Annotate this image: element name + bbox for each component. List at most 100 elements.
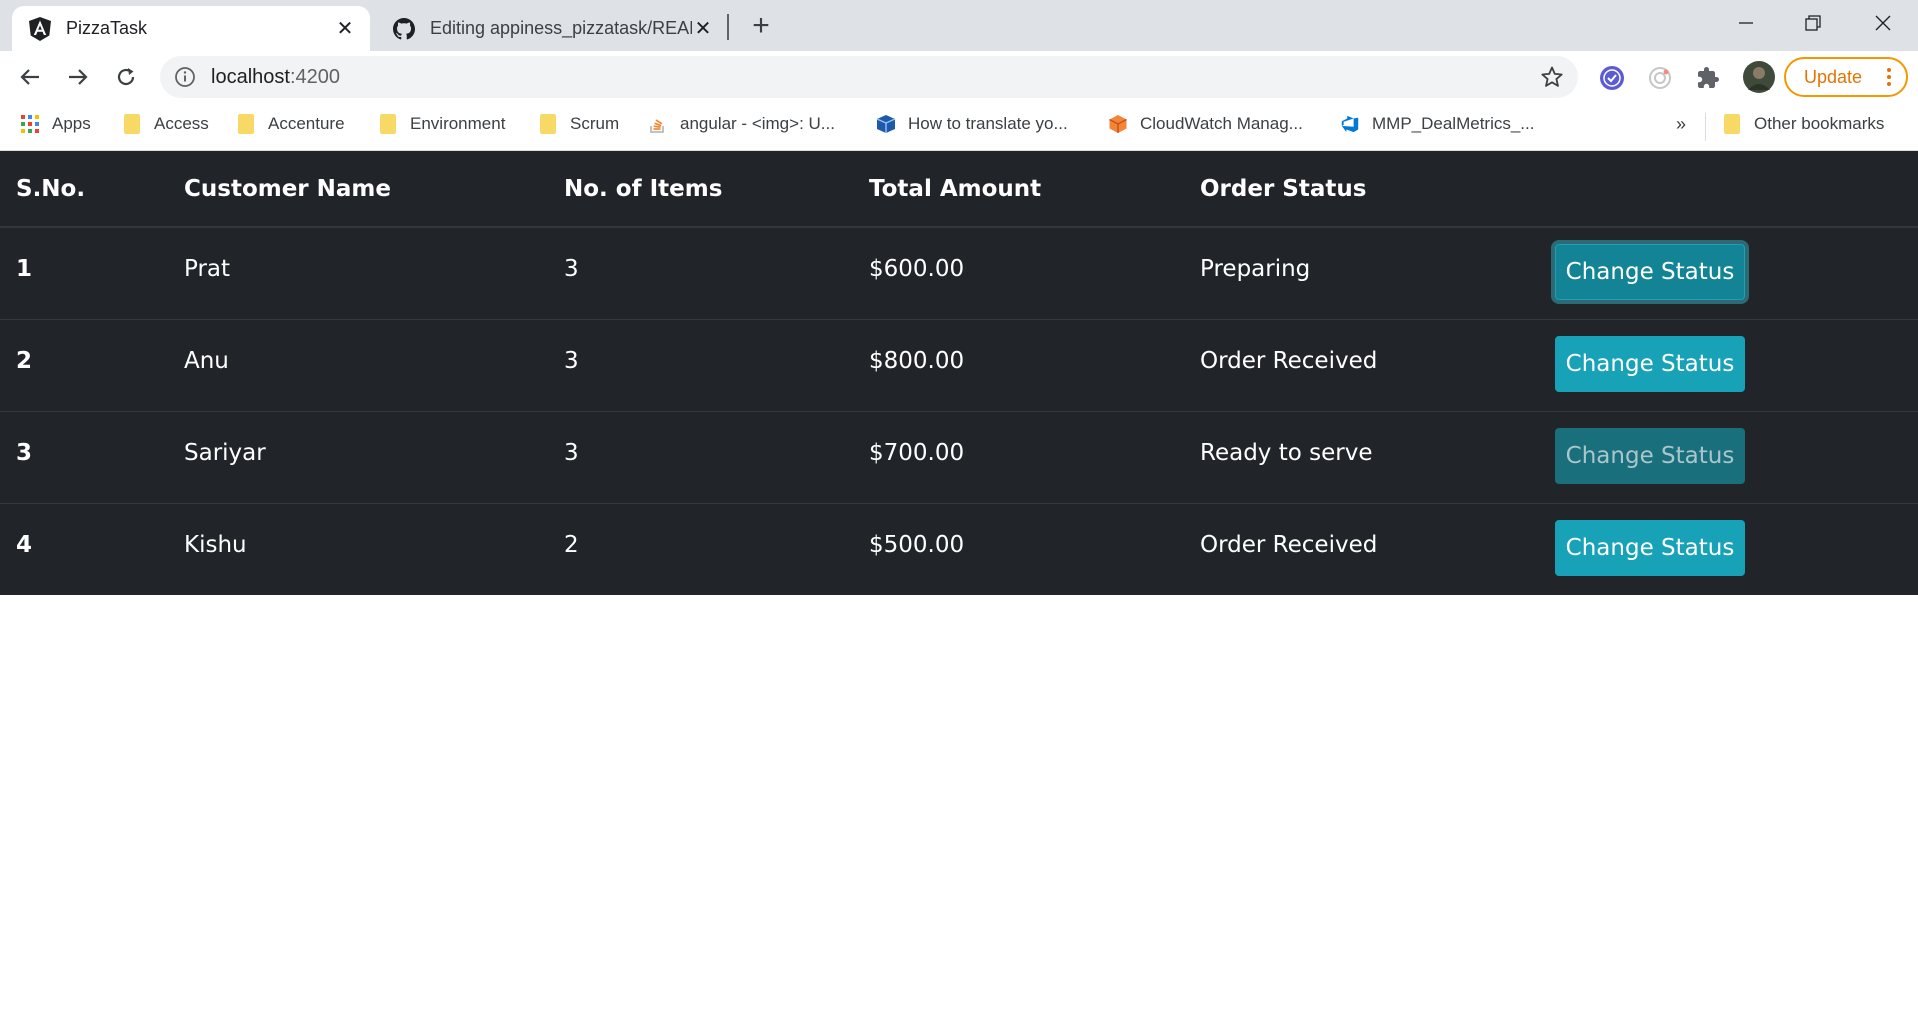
tab-pizzatask[interactable]: PizzaTask ✕: [12, 6, 370, 51]
table-row: 1 Prat 3 $600.00 Preparing Change Status: [0, 226, 1918, 319]
table-row: 4 Kishu 2 $500.00 Order Received Change …: [0, 502, 1918, 595]
cell-sno: 1: [0, 226, 168, 319]
browser-toolbar: localhost:4200 Update: [0, 51, 1918, 103]
header-order-status: Order Status: [1184, 151, 1539, 228]
cube-icon: [876, 114, 896, 134]
bookmark-label: MMP_DealMetrics_...: [1372, 114, 1535, 133]
table-row: 2 Anu 3 $800.00 Order Received Change St…: [0, 318, 1918, 411]
table-row: 3 Sariyar 3 $700.00 Ready to serve Chang…: [0, 410, 1918, 503]
change-status-button[interactable]: Change Status: [1555, 244, 1745, 300]
bookmark-environment[interactable]: Environment: [378, 114, 505, 134]
bookmarks-bar: Apps Access Accenture Environment Scrum …: [0, 103, 1918, 151]
bookmark-label: CloudWatch Manag...: [1140, 114, 1303, 133]
bookmark-access[interactable]: Access: [122, 114, 209, 134]
table-header-row: S.No. Customer Name No. of Items Total A…: [0, 151, 1918, 228]
header-sno: S.No.: [0, 151, 168, 228]
cell-customer-name: Anu: [168, 318, 548, 411]
bookmark-mmp-dealmetrics[interactable]: MMP_DealMetrics_...: [1340, 114, 1534, 134]
change-status-button[interactable]: Change Status: [1555, 427, 1745, 484]
cell-sno: 2: [0, 318, 168, 411]
folder-icon: [1722, 114, 1742, 134]
cell-total-amount: $800.00: [853, 318, 1184, 411]
cell-action: Change Status: [1539, 410, 1918, 503]
folder-icon: [538, 114, 558, 134]
header-total-amount: Total Amount: [853, 151, 1184, 228]
header-no-of-items: No. of Items: [548, 151, 853, 228]
extension-camera-icon[interactable]: [1646, 64, 1674, 92]
close-tab-icon[interactable]: ✕: [692, 18, 714, 40]
azure-devops-icon: [1340, 114, 1360, 134]
cell-action: Change Status: [1539, 502, 1918, 595]
bookmark-label: angular - <img>: U...: [680, 114, 835, 133]
url-port: :4200: [289, 66, 340, 88]
close-window-icon[interactable]: [1860, 6, 1906, 40]
folder-icon: [236, 114, 256, 134]
change-status-button[interactable]: Change Status: [1555, 519, 1745, 576]
bookmark-label: Other bookmarks: [1754, 114, 1885, 133]
tab-separator: [727, 14, 729, 40]
bookmark-other-bookmarks[interactable]: Other bookmarks: [1722, 114, 1884, 134]
cell-sno: 3: [0, 410, 168, 503]
address-bar[interactable]: localhost:4200: [160, 56, 1578, 98]
cell-customer-name: Sariyar: [168, 410, 548, 503]
tab-github-readme[interactable]: Editing appiness_pizzatask/READ ✕: [376, 6, 728, 51]
cell-customer-name: Kishu: [168, 502, 548, 595]
stackoverflow-icon: [648, 114, 668, 134]
minimize-icon[interactable]: [1723, 6, 1769, 40]
bookmark-angular-img[interactable]: angular - <img>: U...: [648, 114, 835, 134]
bookmark-label: Access: [154, 114, 209, 133]
folder-icon: [378, 114, 398, 134]
bookmark-label: Scrum: [570, 114, 620, 133]
close-tab-icon[interactable]: ✕: [334, 18, 356, 40]
bookmark-apps[interactable]: Apps: [20, 114, 91, 134]
cell-total-amount: $500.00: [853, 502, 1184, 595]
update-label: Update: [1804, 66, 1863, 87]
url-text: localhost:4200: [211, 66, 340, 89]
cell-no-of-items: 3: [548, 410, 853, 503]
url-host: localhost: [211, 66, 290, 88]
extension-check-icon[interactable]: [1598, 64, 1626, 92]
cell-total-amount: $600.00: [853, 226, 1184, 319]
apps-grid-icon: [20, 114, 40, 134]
bookmark-label: Apps: [52, 114, 91, 133]
restore-icon[interactable]: [1790, 6, 1836, 40]
cell-order-status: Preparing: [1184, 226, 1539, 319]
cell-customer-name: Prat: [168, 226, 548, 319]
tab-title: PizzaTask: [66, 18, 148, 38]
cell-sno: 4: [0, 502, 168, 595]
page-content: S.No. Customer Name No. of Items Total A…: [0, 151, 1918, 1017]
orders-table: S.No. Customer Name No. of Items Total A…: [0, 151, 1918, 595]
header-action: [1539, 151, 1918, 228]
bookmark-accenture[interactable]: Accenture: [236, 114, 345, 134]
bookmarks-separator: [1705, 113, 1706, 141]
bookmark-cloudwatch[interactable]: CloudWatch Manag...: [1108, 114, 1303, 134]
profile-avatar[interactable]: [1742, 60, 1776, 94]
cell-no-of-items: 3: [548, 318, 853, 411]
site-info-icon[interactable]: [174, 66, 196, 88]
change-status-button[interactable]: Change Status: [1555, 335, 1745, 392]
new-tab-button[interactable]: +: [746, 9, 776, 42]
aws-icon: [1108, 114, 1128, 134]
bookmark-translate[interactable]: How to translate yo...: [876, 114, 1068, 134]
cell-order-status: Ready to serve: [1184, 410, 1539, 503]
cell-total-amount: $700.00: [853, 410, 1184, 503]
cell-action: Change Status: [1539, 318, 1918, 411]
cell-no-of-items: 2: [548, 502, 853, 595]
bookmark-label: Environment: [410, 114, 506, 133]
header-customer-name: Customer Name: [168, 151, 548, 228]
cell-action: Change Status: [1539, 226, 1918, 319]
cell-no-of-items: 3: [548, 226, 853, 319]
reload-icon[interactable]: [108, 59, 144, 95]
browser-tabstrip: PizzaTask ✕ Editing appiness_pizzatask/R…: [0, 0, 1918, 51]
bookmarks-overflow-button[interactable]: »: [1676, 114, 1686, 135]
bookmark-label: How to translate yo...: [908, 114, 1068, 133]
bookmark-scrum[interactable]: Scrum: [538, 114, 619, 134]
back-arrow-icon[interactable]: [12, 59, 48, 95]
angular-icon: [28, 16, 52, 41]
update-button[interactable]: Update: [1784, 57, 1908, 97]
cell-order-status: Order Received: [1184, 502, 1539, 595]
forward-arrow-icon[interactable]: [60, 59, 96, 95]
bookmark-star-icon[interactable]: [1540, 65, 1564, 89]
extensions-puzzle-icon[interactable]: [1694, 64, 1722, 92]
cell-order-status: Order Received: [1184, 318, 1539, 411]
